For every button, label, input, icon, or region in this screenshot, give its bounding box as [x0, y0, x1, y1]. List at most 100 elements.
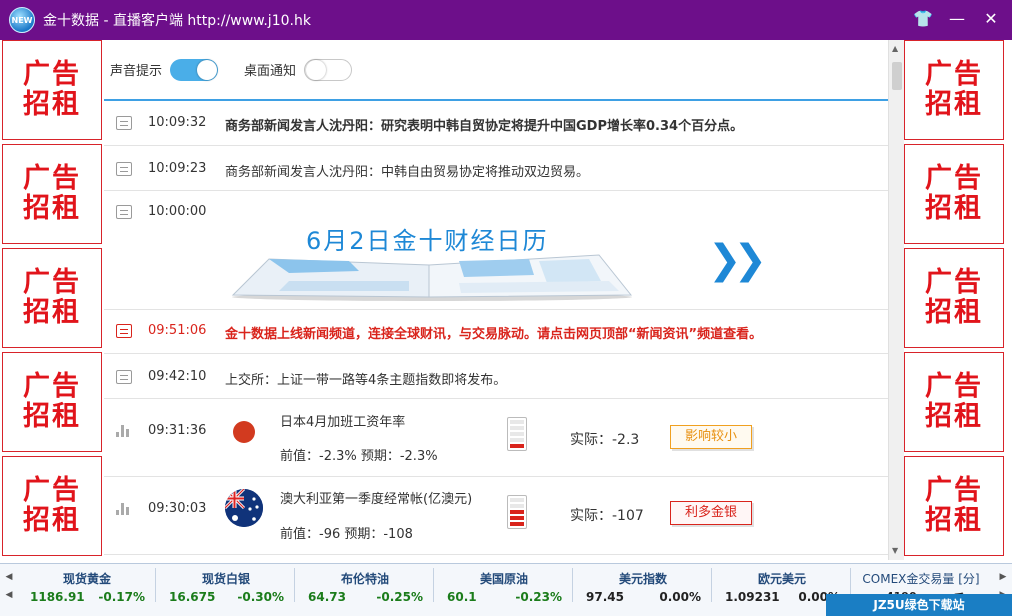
bar-chart-icon — [116, 503, 132, 515]
magazine-image — [231, 254, 633, 301]
list-item[interactable]: 10:09:32 商务部新闻发言人沈丹阳：研究表明中韩自贸协定将提升中国GDP增… — [104, 101, 888, 146]
event-time: 09:31:36 — [148, 423, 207, 438]
watermark: JZ5U绿色下载站 www.jz5u.com — [826, 594, 1012, 616]
skin-button[interactable]: 👕 — [912, 8, 934, 30]
right-ad-column: 广告 招租 广告 招租 广告 招租 广告 招租 广告 招租 — [904, 40, 1006, 560]
news-icon — [116, 324, 132, 338]
quote-price: 16.675 — [169, 590, 216, 604]
banner-item[interactable]: 10:00:00 6月2日金十财经日历 ❯❯ — [104, 191, 888, 310]
ad-banner[interactable]: 广告 招租 — [904, 40, 1004, 140]
chevron-right-icon[interactable]: ❯❯ — [708, 237, 767, 283]
quote-price: 97.45 — [586, 590, 624, 604]
quote-item[interactable]: 现货黄金 1186.91 -0.17% — [18, 568, 156, 604]
event-time: 09:30:03 — [148, 501, 207, 516]
ad-banner[interactable]: 广告 招租 — [2, 352, 102, 452]
event-actual: 实际：-2.3 — [570, 432, 640, 448]
quote-price: 1.09231 — [725, 590, 780, 604]
ad-banner[interactable]: 广告 招租 — [904, 248, 1004, 348]
ad-banner[interactable]: 广告 招租 — [2, 144, 102, 244]
ad-text: 广告 招租 — [23, 371, 81, 432]
quote-change: 0.00% — [659, 590, 701, 604]
scroll-thumb[interactable] — [892, 62, 902, 90]
scroll-down-icon[interactable]: ▼ — [892, 546, 898, 555]
quote-name: 美国原油 — [479, 572, 528, 586]
desktop-label: 桌面通知 — [244, 64, 297, 79]
event-prev-forecast: 前值：-2.3% 预期：-2.3% — [280, 449, 438, 464]
quote-price: 60.1 — [447, 590, 477, 604]
ad-text: 广告 招租 — [925, 163, 983, 224]
news-icon — [116, 205, 132, 219]
quote-item[interactable]: 美国原油 60.1 -0.23% — [435, 568, 573, 604]
news-icon — [116, 116, 132, 130]
quote-item[interactable]: 布伦特油 64.73 -0.25% — [296, 568, 434, 604]
ad-banner[interactable]: 广告 招租 — [2, 456, 102, 556]
ad-text: 广告 招租 — [925, 371, 983, 432]
ad-banner[interactable]: 广告 招租 — [2, 40, 102, 140]
toggle-knob — [197, 59, 218, 80]
ad-text: 广告 招租 — [23, 475, 81, 536]
quote-price: 64.73 — [308, 590, 346, 604]
item-time: 10:09:32 — [148, 115, 207, 130]
feed-scrollbar[interactable]: ▲ ▼ — [888, 40, 904, 560]
item-time: 10:00:00 — [148, 204, 207, 219]
list-item[interactable]: 09:42:10 上交所：上证一带一路等4条主题指数即将发布。 — [104, 354, 888, 399]
comex-name: COMEX金交易量 [分] — [862, 572, 980, 586]
quote-price: 1186.91 — [30, 590, 85, 604]
item-text: 上交所：上证一带一路等4条主题指数即将发布。 — [225, 373, 507, 388]
sound-toggle[interactable] — [170, 58, 219, 81]
news-icon — [116, 162, 132, 176]
bar-chart-icon — [116, 425, 132, 437]
quote-change: -0.17% — [98, 590, 145, 604]
ad-banner[interactable]: 广告 招租 — [2, 248, 102, 348]
list-item[interactable]: 10:09:23 商务部新闻发言人沈丹阳：中韩自由贸易协定将推动双边贸易。 — [104, 146, 888, 191]
impact-badge: 利多金银 — [670, 501, 752, 525]
event-item[interactable]: 09:31:36 日本4月加班工资年率 前值：-2.3% 预期：-2.3% 实际… — [104, 399, 888, 477]
quote-name: 美元指数 — [618, 572, 667, 586]
scroll-up-icon[interactable]: ▲ — [892, 44, 898, 53]
list-item[interactable]: 09:51:06 金十数据上线新闻频道，连接全球财讯，与交易脉动。请点击网页顶部… — [104, 310, 888, 354]
impact-badge: 影响较小 — [670, 425, 752, 449]
quote-item[interactable]: 美元指数 97.45 0.00% — [574, 568, 712, 604]
quote-name: 布伦特油 — [340, 572, 389, 586]
japan-flag-icon — [233, 421, 255, 443]
minimize-button[interactable]: — — [946, 8, 968, 30]
window-title: 金十数据 - 直播客户端 http://www.j10.hk — [43, 13, 311, 29]
ad-banner[interactable]: 广告 招租 — [904, 456, 1004, 556]
settings-toolbar: 声音提示 桌面通知 — [104, 40, 888, 101]
toggle-knob — [306, 59, 327, 80]
close-button[interactable]: ✕ — [980, 8, 1002, 30]
importance-meter — [507, 417, 527, 451]
quote-name: 现货白银 — [201, 572, 250, 586]
event-prev-forecast: 前值：-96 预期：-108 — [280, 527, 413, 542]
app-logo-icon: NEW — [9, 7, 35, 33]
item-time: 10:09:23 — [148, 161, 207, 176]
ad-text: 广告 招租 — [925, 59, 983, 120]
event-actual: 实际：-107 — [570, 508, 644, 524]
item-text: 商务部新闻发言人沈丹阳：研究表明中韩自贸协定将提升中国GDP增长率0.34个百分… — [225, 119, 744, 134]
quote-change: -0.25% — [376, 590, 423, 604]
quote-change: -0.30% — [237, 590, 284, 604]
item-text: 金十数据上线新闻频道，连接全球财讯，与交易脉动。请点击网页顶部“新闻资讯”频道查… — [225, 327, 763, 342]
australia-flag-icon — [225, 489, 263, 527]
quote-name: 现货黄金 — [62, 572, 111, 586]
ad-banner[interactable]: 广告 招租 — [904, 352, 1004, 452]
ad-text: 广告 招租 — [23, 267, 81, 328]
sound-label: 声音提示 — [110, 64, 163, 79]
news-icon — [116, 370, 132, 384]
ad-banner[interactable]: 广告 招租 — [904, 144, 1004, 244]
desktop-notify-toggle[interactable] — [304, 58, 353, 81]
item-time: 09:42:10 — [148, 369, 207, 384]
event-name: 日本4月加班工资年率 — [280, 415, 406, 430]
ad-text: 广告 招租 — [23, 59, 81, 120]
ad-text: 广告 招租 — [925, 267, 983, 328]
event-item[interactable]: 09:30:03 澳大利亚第一季度经常帐(亿澳元) 前值：-96 预期：-108… — [104, 477, 888, 555]
item-time: 09:51:06 — [148, 323, 207, 338]
importance-meter — [507, 495, 527, 529]
title-bar: NEW 金十数据 - 直播客户端 http://www.j10.hk 👕 — ✕ — [0, 0, 1012, 40]
event-name: 澳大利亚第一季度经常帐(亿澳元) — [280, 492, 473, 507]
ticker-left-icon[interactable]: ◀ ◀ — [2, 568, 16, 606]
quote-item[interactable]: 现货白银 16.675 -0.30% — [157, 568, 295, 604]
ad-text: 广告 招租 — [23, 163, 81, 224]
news-feed: 声音提示 桌面通知 10:09:32 商务部新闻发言人沈丹阳：研究表明中韩自贸协… — [104, 40, 888, 560]
item-text: 商务部新闻发言人沈丹阳：中韩自由贸易协定将推动双边贸易。 — [225, 165, 590, 180]
